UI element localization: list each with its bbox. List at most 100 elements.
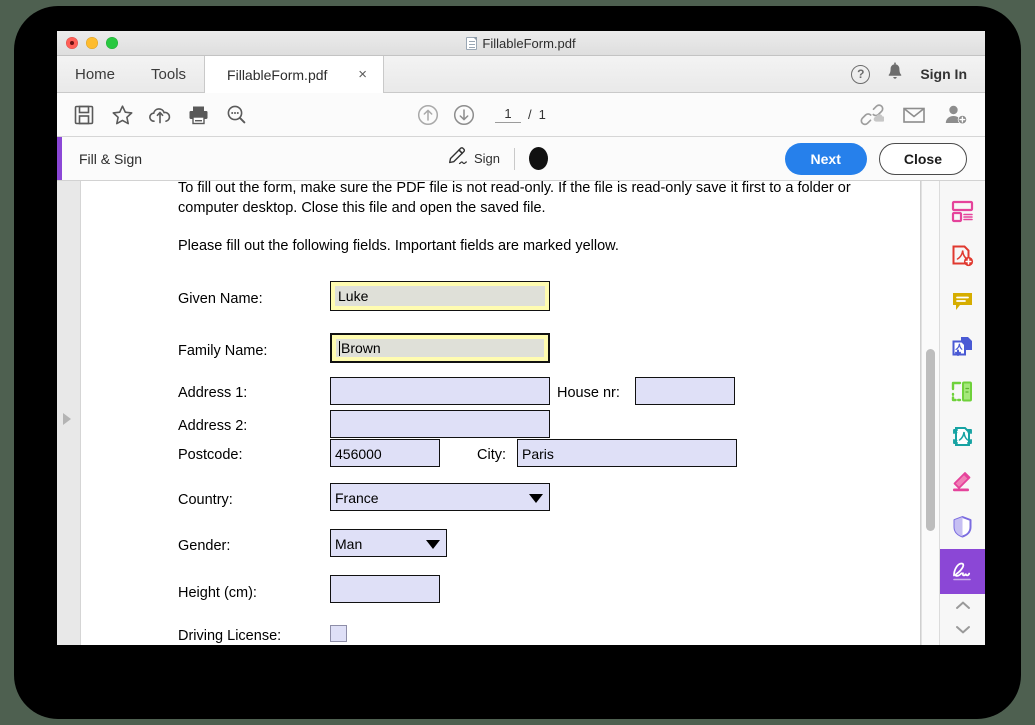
add-person-icon[interactable] [943,102,969,128]
given-name-field[interactable]: Luke [330,281,550,311]
tab-bar-actions: ? Sign In [851,56,985,92]
create-pdf-icon[interactable] [940,234,986,279]
print-icon[interactable] [185,102,211,128]
text-caret [339,341,340,356]
minimize-window-button[interactable] [86,37,98,49]
city-field[interactable]: Paris [517,439,737,467]
sign-in-button[interactable]: Sign In [920,66,967,82]
window-title-text: FillableForm.pdf [482,36,575,51]
postcode-label: Postcode: [178,447,243,463]
close-window-button[interactable] [66,37,78,49]
combine-files-icon[interactable] [940,324,986,369]
intro-paragraph-1: To fill out the form, make sure the PDF … [178,181,868,218]
address-1-label: Address 1: [178,385,247,401]
chevron-down-icon[interactable] [952,619,974,639]
ink-color-swatch[interactable] [529,147,548,170]
city-value: Paris [522,447,554,461]
gender-dropdown[interactable]: Man [330,529,447,557]
tab-bar: Home Tools FillableForm.pdf × ? Sign In [57,56,985,93]
postcode-field[interactable]: 456000 [330,439,440,467]
chevron-up-icon[interactable] [952,595,974,615]
star-icon[interactable] [109,102,135,128]
bell-icon[interactable] [886,62,904,87]
scrollbar-thumb[interactable] [926,349,935,531]
tab-document-label: FillableForm.pdf [227,67,327,83]
chevron-down-icon [426,540,440,549]
fill-sign-actions: Next Close [785,143,985,175]
arrow-up-circle-icon[interactable] [415,102,441,128]
compress-pdf-icon[interactable] [940,414,986,459]
family-name-value: Brown [336,339,544,357]
family-name-field[interactable]: Brown [330,333,550,363]
left-navigation-rail[interactable] [57,181,81,645]
toolbar-left-group [57,102,249,128]
family-name-label: Family Name: [178,343,267,359]
page-separator: / [528,107,532,122]
share-link-icon[interactable] [859,102,885,128]
given-name-label: Given Name: [178,291,263,307]
driving-license-label: Driving License: [178,628,281,644]
pdf-file-icon [466,37,477,50]
fill-sign-icon[interactable] [940,549,986,594]
window-title: FillableForm.pdf [466,36,575,51]
next-button[interactable]: Next [785,143,867,175]
chevron-down-icon [529,494,543,503]
highlight-icon[interactable] [940,459,986,504]
page-thumbnails-icon[interactable] [940,189,986,234]
right-tools-rail [939,181,985,645]
sign-button[interactable]: Sign [447,147,500,170]
address-1-field[interactable] [330,377,550,405]
gender-value: Man [335,537,362,551]
gender-label: Gender: [178,538,230,554]
address-2-field[interactable] [330,410,550,438]
tab-close-icon[interactable]: × [358,66,367,83]
country-value: France [335,491,379,505]
save-icon[interactable] [71,102,97,128]
pdf-form-content: To fill out the form, make sure the PDF … [81,181,920,645]
protect-icon[interactable] [940,504,986,549]
given-name-value: Luke [335,286,545,306]
house-nr-field[interactable] [635,377,735,405]
height-field[interactable] [330,575,440,603]
city-label: City: [477,447,506,463]
window-traffic-lights [66,37,118,49]
country-label: Country: [178,492,233,508]
driving-license-checkbox[interactable] [330,625,347,642]
page-number-input[interactable]: 1 [495,106,521,123]
address-2-label: Address 2: [178,418,247,434]
toolbar-page-navigation: 1 / 1 [415,93,546,136]
tab-home[interactable]: Home [57,56,133,92]
panel-expand-icon[interactable] [63,413,71,425]
cloud-upload-icon[interactable] [147,102,173,128]
fill-sign-title: Fill & Sign [79,151,142,167]
postcode-value: 456000 [335,447,382,461]
close-fill-sign-button[interactable]: Close [879,143,967,175]
zoom-window-button[interactable] [106,37,118,49]
email-icon[interactable] [901,102,927,128]
document-body: To fill out the form, make sure the PDF … [57,181,985,645]
fill-sign-tools: Sign [447,147,548,170]
house-nr-label: House nr: [557,385,620,401]
country-dropdown[interactable]: France [330,483,550,511]
page-viewport: To fill out the form, make sure the PDF … [81,181,939,645]
zoom-search-icon[interactable] [223,102,249,128]
toolbar-divider [514,148,515,170]
comment-icon[interactable] [940,279,986,324]
app-window: FillableForm.pdf Home Tools FillableForm… [57,31,985,645]
pen-sign-icon [447,147,469,170]
page-total: 1 [539,107,546,122]
rail-scroll-controls [952,595,974,645]
intro-paragraph-2: Please fill out the following fields. Im… [178,236,868,256]
pdf-page: To fill out the form, make sure the PDF … [81,181,921,645]
page-indicator: 1 / 1 [495,106,546,123]
tab-tools[interactable]: Tools [133,56,204,92]
window-titlebar: FillableForm.pdf [57,31,985,56]
edit-pdf-icon[interactable] [940,369,986,414]
vertical-scrollbar[interactable] [921,181,939,645]
help-circle-icon[interactable]: ? [851,65,870,84]
tab-document[interactable]: FillableForm.pdf × [204,56,384,93]
fill-and-sign-bar: Fill & Sign Sign Next Close [57,137,985,181]
arrow-down-circle-icon[interactable] [451,102,477,128]
height-label: Height (cm): [178,585,257,601]
sign-button-label: Sign [474,151,500,166]
